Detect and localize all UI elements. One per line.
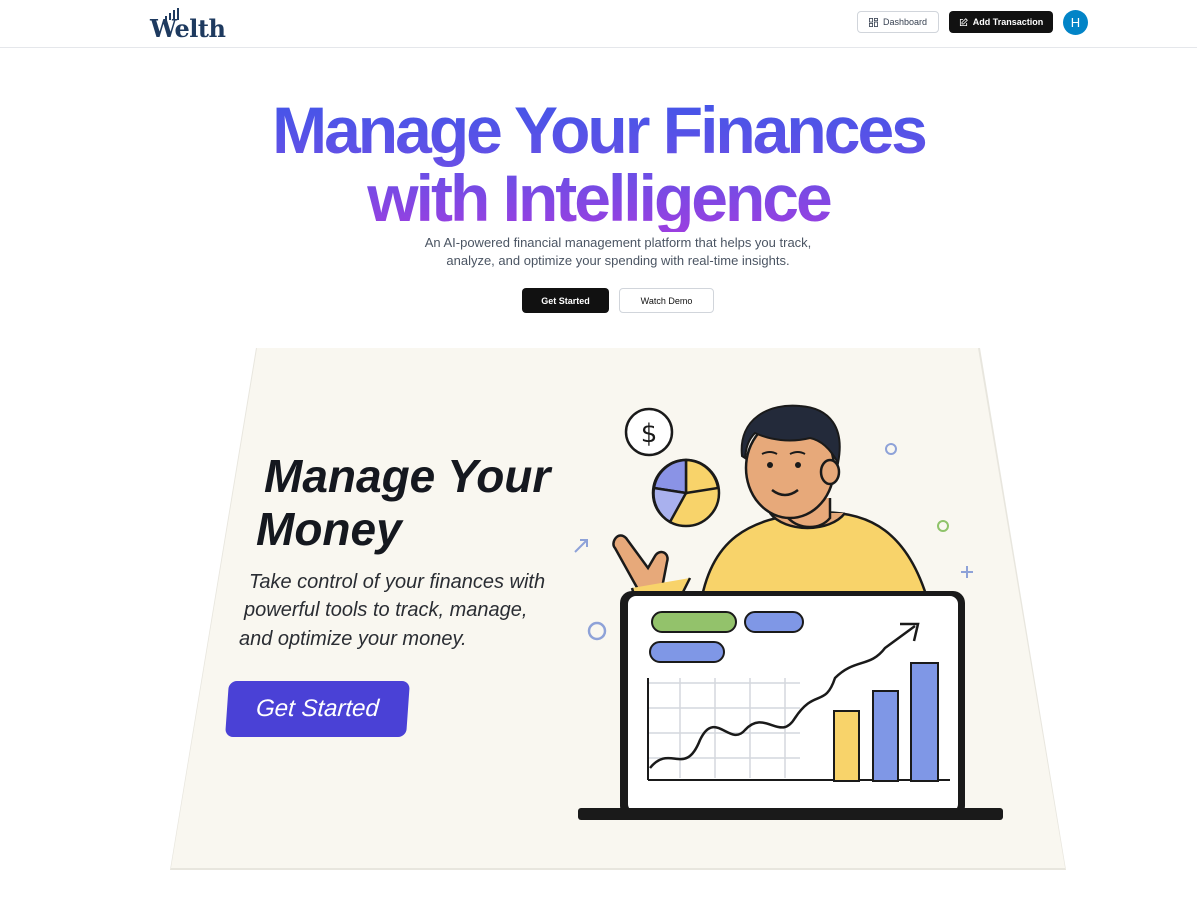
decor-circle-green — [937, 520, 949, 532]
top-navbar: Welth Dashboard Add Transaction H — [0, 0, 1197, 48]
illustration-title-line2: Money — [256, 503, 402, 555]
illustration-subtitle-line1: Take control of your finances with — [249, 571, 546, 593]
decor-plus — [961, 566, 973, 578]
add-transaction-label: Add Transaction — [972, 17, 1044, 27]
logo-text: Welth — [150, 14, 226, 43]
hero-illustration: $ Manage Your Money Take control of your… — [170, 348, 1066, 870]
hero-subtitle-line1: An AI-powered financial management platf… — [424, 235, 812, 250]
hero-title: Manage Your Finances with Intelligence — [0, 96, 1197, 232]
dashboard-label: Dashboard — [882, 17, 928, 27]
dashboard-button[interactable]: Dashboard — [857, 11, 939, 33]
illustration-get-started-button: Get Started — [225, 681, 410, 737]
dashboard-grid-icon — [869, 17, 878, 27]
hero-subtitle: An AI-powered financial management platf… — [398, 234, 838, 270]
hero-title-line2: with Intelligence — [367, 161, 830, 235]
get-started-button[interactable]: Get Started — [522, 288, 609, 313]
pie-chart-icon — [651, 458, 721, 528]
illustration-subtitle-line2: powerful tools to track, manage, — [244, 599, 528, 621]
watch-demo-button[interactable]: Watch Demo — [619, 288, 714, 313]
dollar-symbol: $ — [641, 419, 658, 449]
hero-subtitle-line2: analyze, and optimize your spending with… — [446, 253, 790, 268]
add-transaction-button[interactable]: Add Transaction — [949, 11, 1053, 33]
illustration-subtitle-line3: and optimize your money. — [239, 628, 467, 650]
decor-circle-blue — [587, 621, 607, 641]
pen-square-icon — [959, 17, 968, 26]
decor-arrow — [574, 539, 588, 553]
laptop-base — [578, 808, 1003, 820]
illustration-card: $ Manage Your Money Take control of your… — [171, 348, 1065, 868]
hero-title-line1: Manage Your Finances — [272, 93, 925, 167]
decor-circle-small — [885, 443, 897, 455]
illustration-title-line1: Manage Your — [264, 450, 551, 502]
user-avatar[interactable]: H — [1063, 10, 1088, 35]
welth-logo[interactable]: Welth — [150, 8, 226, 43]
